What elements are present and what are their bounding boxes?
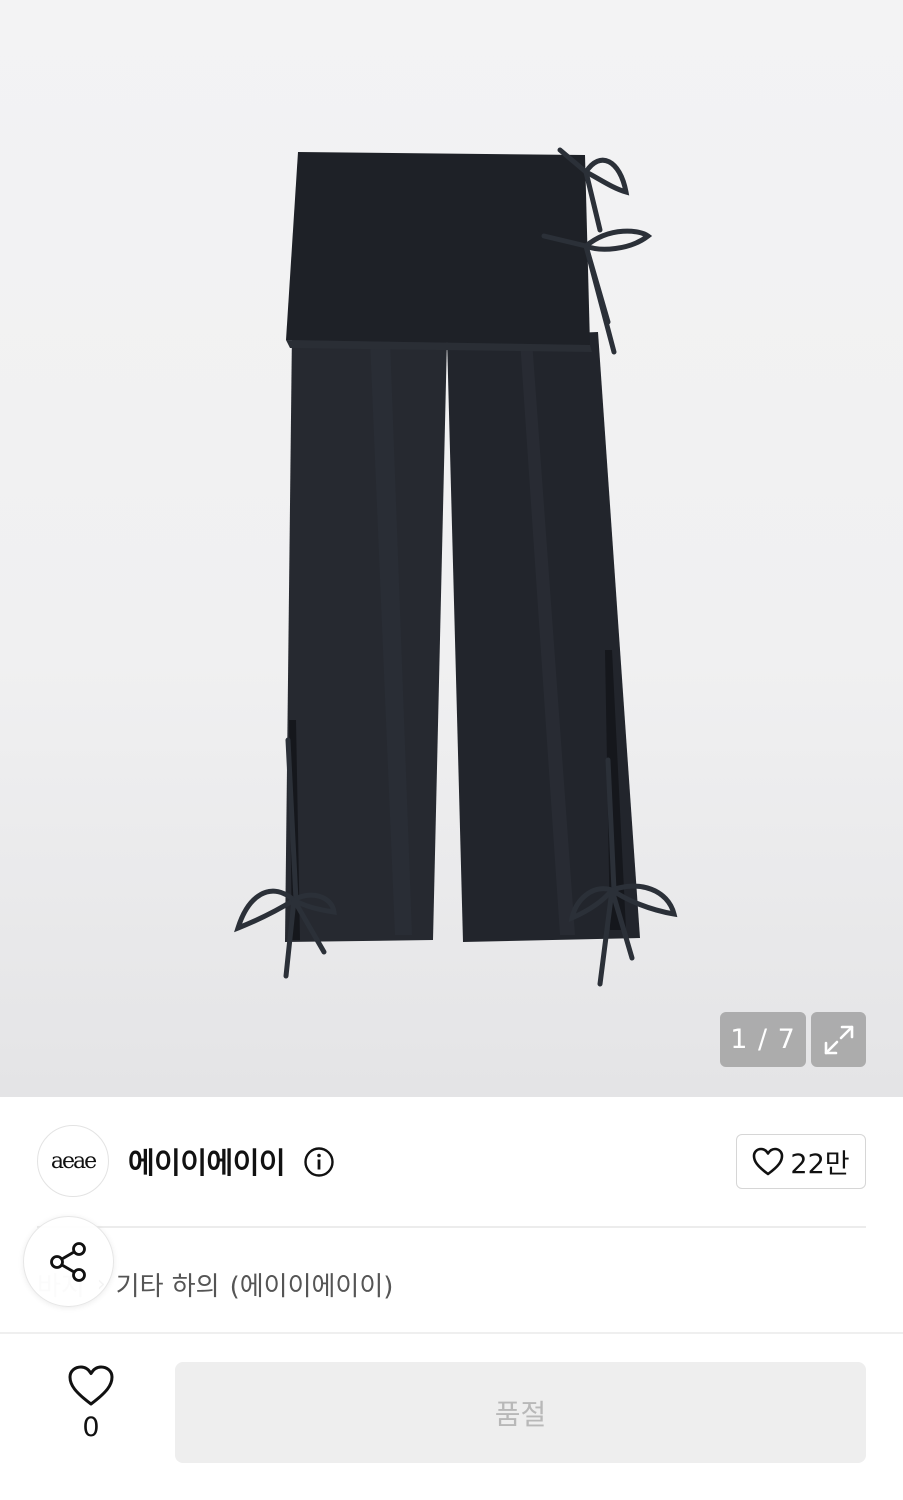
- soldout-button[interactable]: 품절: [175, 1362, 866, 1463]
- brand-like-button[interactable]: 22만: [736, 1134, 866, 1189]
- info-icon[interactable]: [303, 1146, 335, 1178]
- heart-outline-icon: [753, 1147, 784, 1175]
- share-button[interactable]: [23, 1216, 114, 1307]
- divider: [37, 1226, 866, 1228]
- product-image[interactable]: [0, 0, 903, 1097]
- wishlist-button[interactable]: 0: [55, 1364, 127, 1460]
- product-gallery[interactable]: 1 / 7: [0, 0, 903, 1097]
- wishlist-count: 0: [82, 1412, 100, 1443]
- breadcrumb-brand[interactable]: (에이이에이이): [230, 1266, 394, 1303]
- heart-outline-icon: [68, 1365, 114, 1406]
- expand-button[interactable]: [811, 1012, 866, 1067]
- share-icon: [49, 1241, 86, 1282]
- image-counter: 1 / 7: [720, 1012, 806, 1067]
- breadcrumb-subcategory[interactable]: 기타 하의: [116, 1266, 220, 1303]
- brand-logo-text: aeae: [50, 1148, 97, 1174]
- brand-logo[interactable]: aeae: [37, 1125, 109, 1197]
- brand-name[interactable]: 에이이에이이: [128, 1140, 286, 1182]
- brand-like-count: 22만: [790, 1149, 850, 1180]
- expand-arrows-icon: [824, 1025, 853, 1054]
